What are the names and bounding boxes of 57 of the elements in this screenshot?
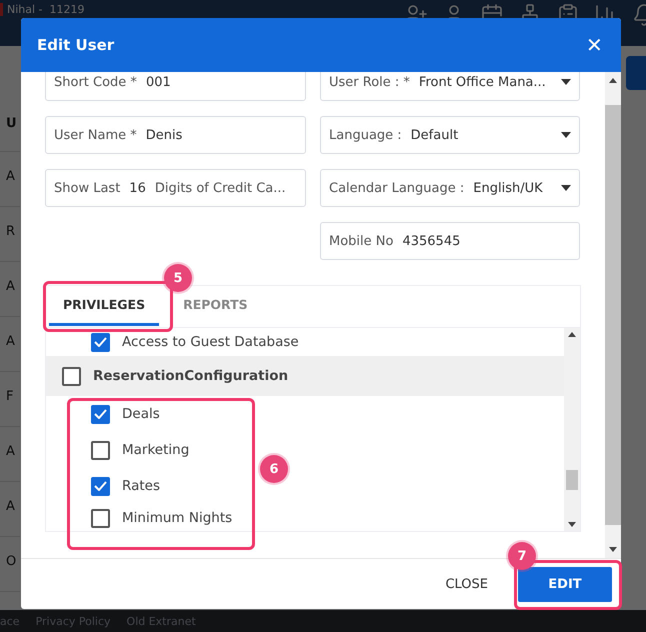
scroll-down-icon[interactable]: [609, 547, 617, 552]
scroll-up-icon[interactable]: [568, 332, 576, 337]
checkbox[interactable]: [91, 440, 110, 460]
privilege-label: Access to Guest Database: [122, 334, 299, 350]
checkbox[interactable]: [91, 404, 110, 424]
caret-icon: [561, 132, 571, 138]
table-cell: F: [0, 372, 20, 427]
dialog-title: Edit User: [37, 36, 114, 54]
scrollbar[interactable]: [564, 328, 580, 531]
field-value: 4356545: [402, 234, 460, 248]
field-label: Short Code *: [54, 74, 137, 90]
select-field[interactable]: Language : Default: [320, 116, 580, 154]
table-cell: A: [0, 482, 20, 537]
privilege-label: Rates: [122, 478, 160, 494]
select-field[interactable]: User Role : * Front Office Mana...: [320, 72, 580, 101]
privilege-label: Marketing: [122, 442, 190, 458]
field-label: Digits of Credit Ca...: [154, 180, 286, 196]
field-label: Calendar Language :: [329, 180, 464, 196]
close-button[interactable]: ✕: [586, 32, 603, 58]
field-value: Front Office Mana...: [418, 74, 546, 90]
column-header: U: [0, 88, 20, 152]
field-value: 16: [129, 180, 146, 196]
table-cell: A: [0, 427, 20, 482]
scrollbar-thumb[interactable]: [566, 470, 578, 490]
field-value: Denis: [146, 128, 182, 142]
scroll-up-icon[interactable]: [609, 78, 617, 83]
table-cell: A: [0, 152, 20, 207]
caret-icon: [561, 185, 571, 191]
field-value: English/UK: [473, 180, 543, 196]
checkbox[interactable]: [62, 366, 81, 386]
checkbox[interactable]: [91, 476, 110, 496]
field-label: Mobile No: [329, 234, 394, 248]
close-text-button[interactable]: CLOSE: [439, 566, 494, 602]
scroll-down-icon[interactable]: [568, 522, 576, 527]
privilege-label: Minimum Nights: [122, 510, 232, 526]
edit-button[interactable]: EDIT: [518, 566, 612, 602]
input-field[interactable]: User Name * Denis: [45, 116, 306, 154]
field-label: User Name *: [54, 128, 137, 142]
select-field[interactable]: Calendar Language : English/UK: [320, 169, 580, 207]
field-value: 001: [146, 74, 171, 90]
checkbox[interactable]: [91, 508, 110, 528]
table-cell: A: [0, 317, 20, 372]
caret-icon: [561, 79, 571, 85]
checkbox[interactable]: [91, 332, 110, 352]
input-field[interactable]: Show Last 16 Digits of Credit Ca...: [45, 169, 306, 207]
table-cell: A: [0, 262, 20, 317]
group-row[interactable]: ReservationConfiguration: [46, 356, 564, 396]
table-cell: R: [0, 207, 20, 262]
field-label: User Role : *: [329, 74, 410, 90]
field-label: Language :: [329, 128, 402, 142]
table-cell: O: [0, 537, 20, 592]
field-label: Show Last: [54, 180, 120, 196]
input-field[interactable]: Mobile No 4356545: [320, 222, 580, 260]
privilege-label: Deals: [122, 406, 160, 422]
field-value: Default: [410, 128, 458, 142]
input-field[interactable]: Short Code * 001: [45, 72, 306, 101]
privilege-label: ReservationConfiguration: [93, 368, 288, 384]
